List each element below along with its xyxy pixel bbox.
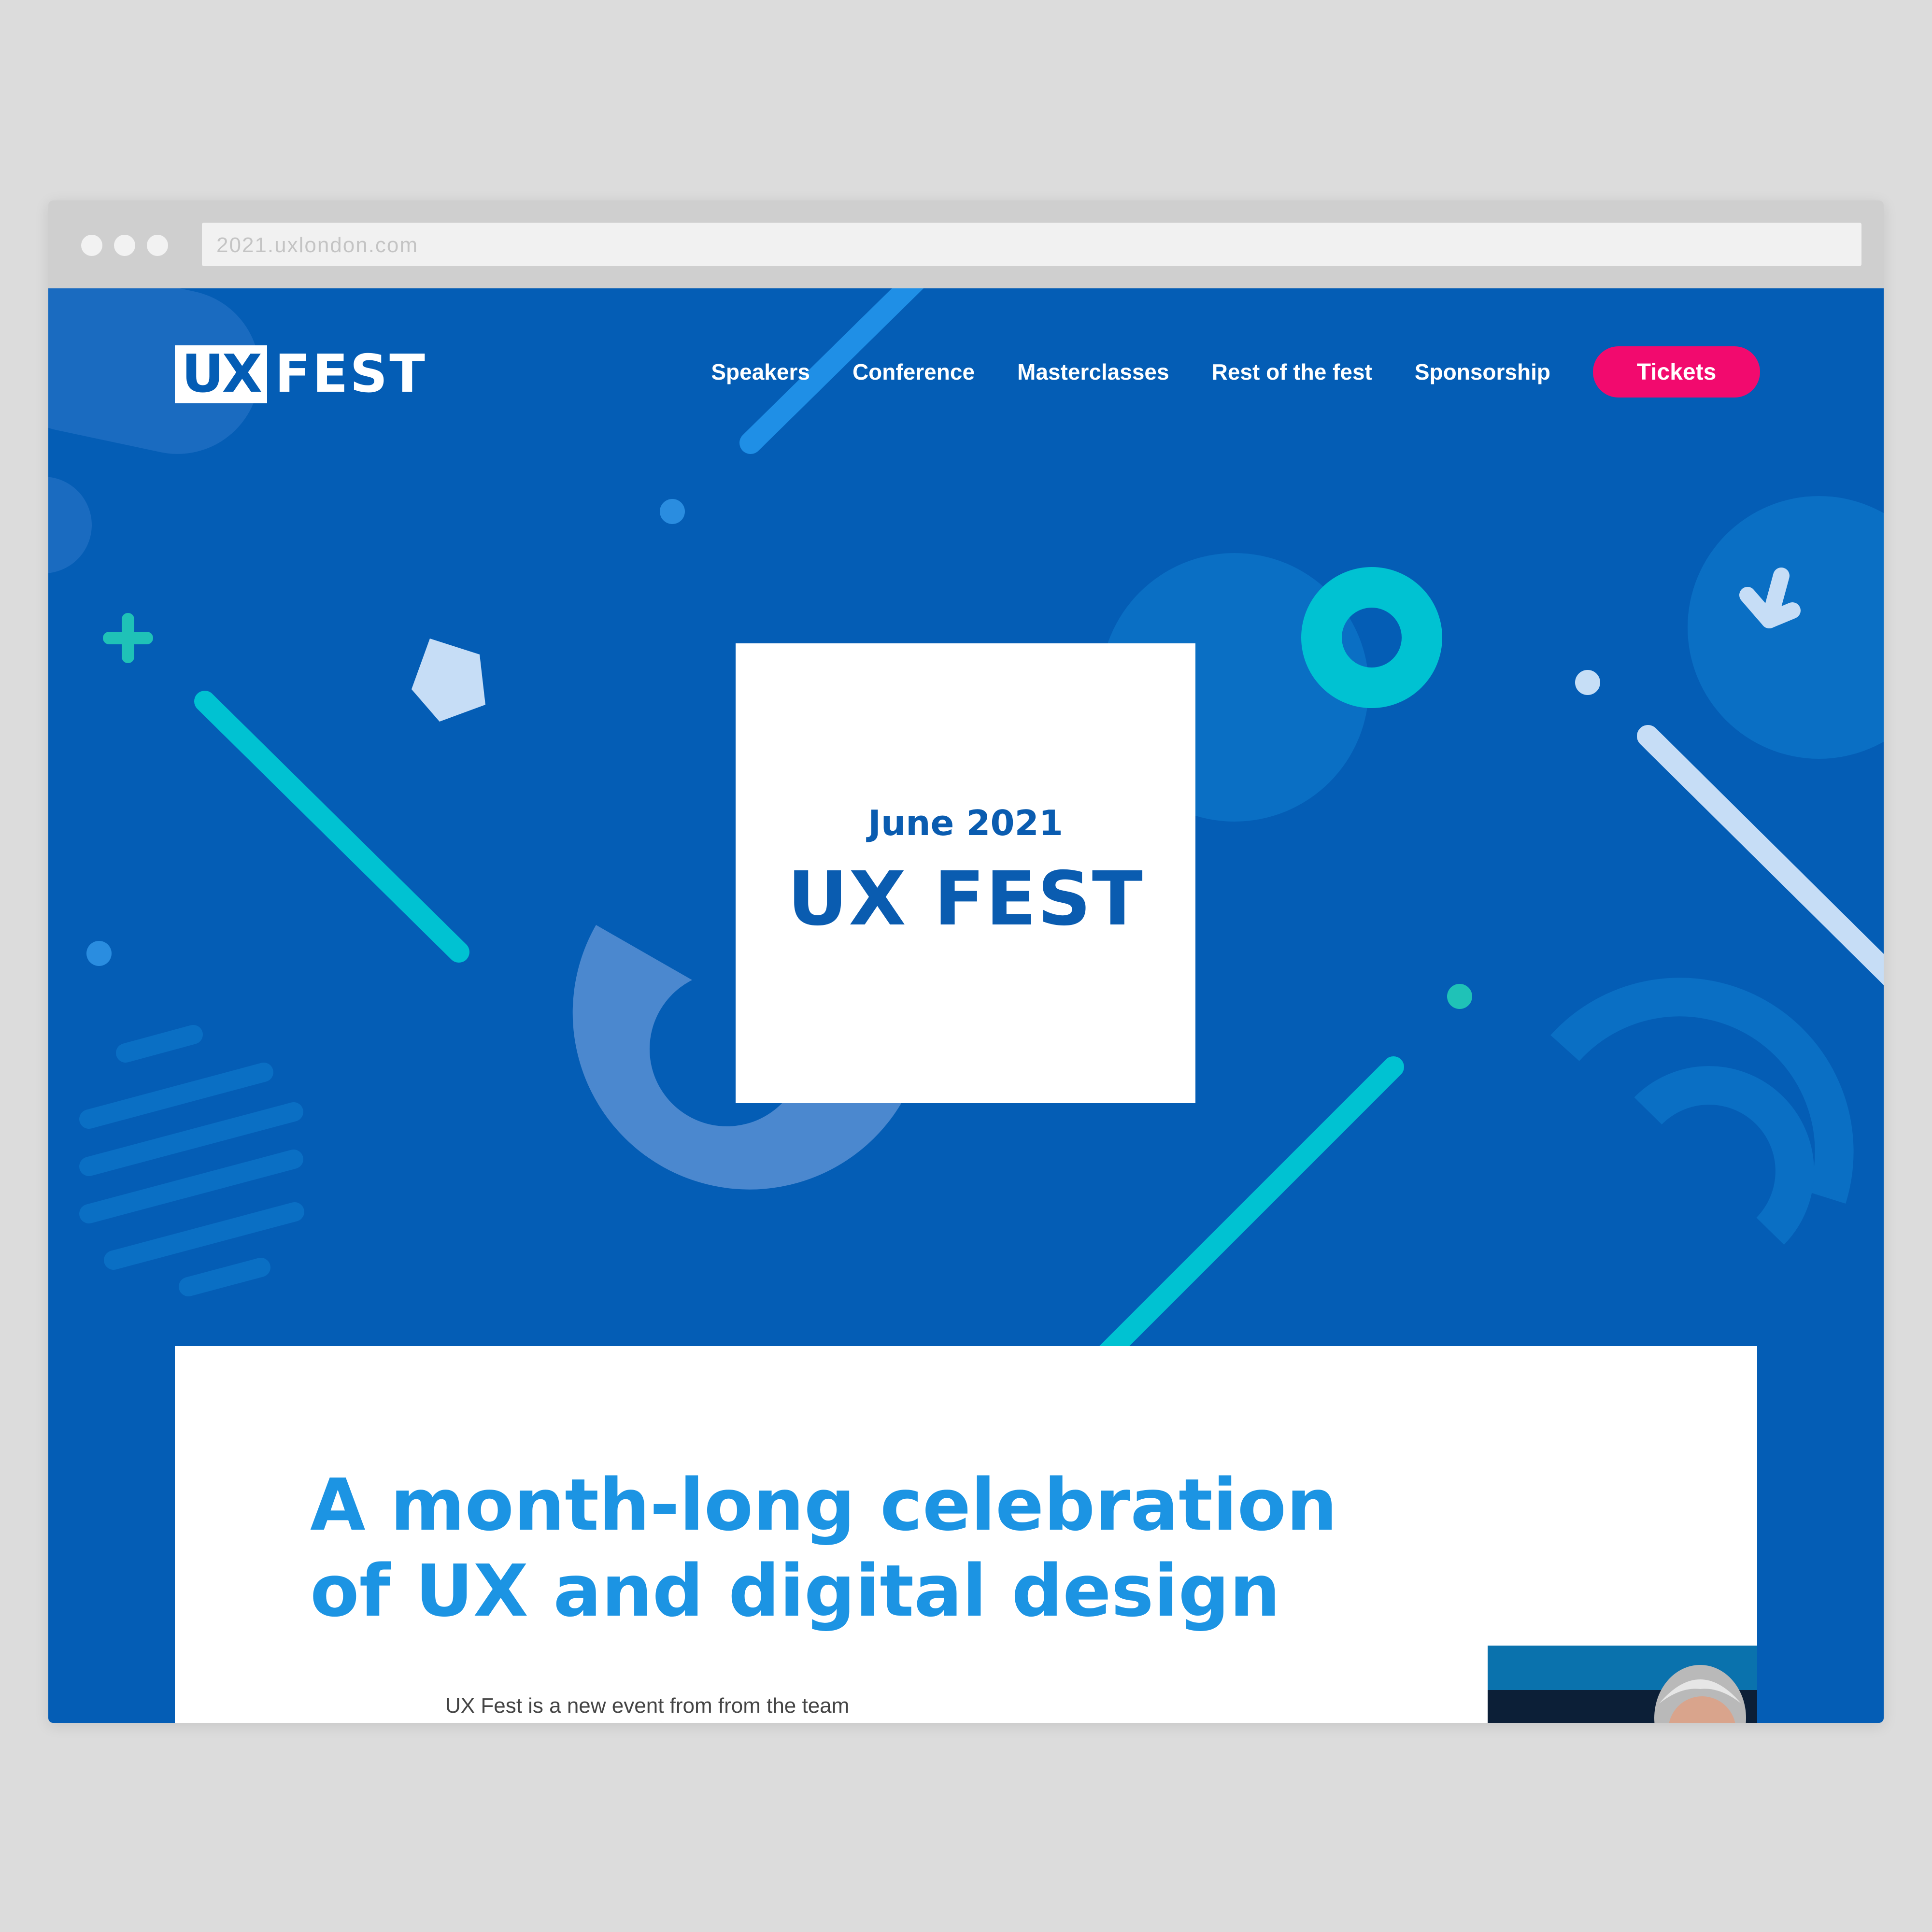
window-close-dot[interactable] [81, 235, 102, 256]
speaker-photo [1488, 1646, 1757, 1723]
nav-sponsorship[interactable]: Sponsorship [1415, 359, 1550, 385]
deco-dot [1575, 670, 1600, 695]
tickets-button[interactable]: Tickets [1593, 346, 1760, 398]
deco-plus-shape [103, 613, 153, 663]
deco-ring [1301, 567, 1442, 708]
logo-fest-text: FEST [274, 344, 427, 404]
main-nav: Speakers Conference Masterclasses Rest o… [711, 346, 1760, 398]
deco-pentagon [412, 639, 485, 722]
address-bar[interactable]: 2021.uxlondon.com [202, 223, 1861, 266]
speaker-photo-image [1488, 1646, 1757, 1723]
deco-dot [1447, 984, 1472, 1009]
intro-headline-line1: A month-long celebration [310, 1463, 1337, 1547]
browser-chrome: 2021.uxlondon.com [48, 200, 1884, 288]
hero-card: June 2021 UX FEST [736, 643, 1195, 1103]
window-maximize-dot[interactable] [147, 235, 168, 256]
window-minimize-dot[interactable] [114, 235, 135, 256]
browser-window: 2021.uxlondon.com UX FEST Speakers Confe… [48, 200, 1884, 1723]
deco-dot [86, 941, 112, 966]
deco-arcs [1550, 978, 1854, 1245]
uxfest-logo[interactable]: UX FEST [175, 345, 427, 403]
deco-line [194, 691, 469, 963]
intro-body-text: UX Fest is a new event from from the tea… [445, 1694, 850, 1718]
deco-line [1637, 725, 1884, 985]
page-viewport: UX FEST Speakers Conference Masterclasse… [48, 288, 1884, 1723]
hero-date: June 2021 [868, 803, 1063, 843]
deco-line [1081, 1056, 1404, 1379]
deco-circle [1688, 496, 1884, 759]
nav-conference[interactable]: Conference [852, 359, 975, 385]
intro-section: A month-long celebration of UX and digit… [175, 1346, 1757, 1723]
nav-rest-of-the-fest[interactable]: Rest of the fest [1212, 359, 1372, 385]
nav-masterclasses[interactable]: Masterclasses [1017, 359, 1169, 385]
deco-half-circle [48, 477, 92, 573]
address-bar-url: 2021.uxlondon.com [216, 233, 419, 257]
hero-title: UX FEST [787, 856, 1144, 942]
intro-headline-line2: of UX and digital design [310, 1549, 1280, 1633]
logo-ux-mark: UX [175, 345, 267, 403]
nav-speakers[interactable]: Speakers [711, 359, 810, 385]
intro-headline: A month-long celebration of UX and digit… [310, 1462, 1469, 1634]
deco-dot [660, 499, 685, 524]
deco-stripes [79, 1025, 304, 1296]
